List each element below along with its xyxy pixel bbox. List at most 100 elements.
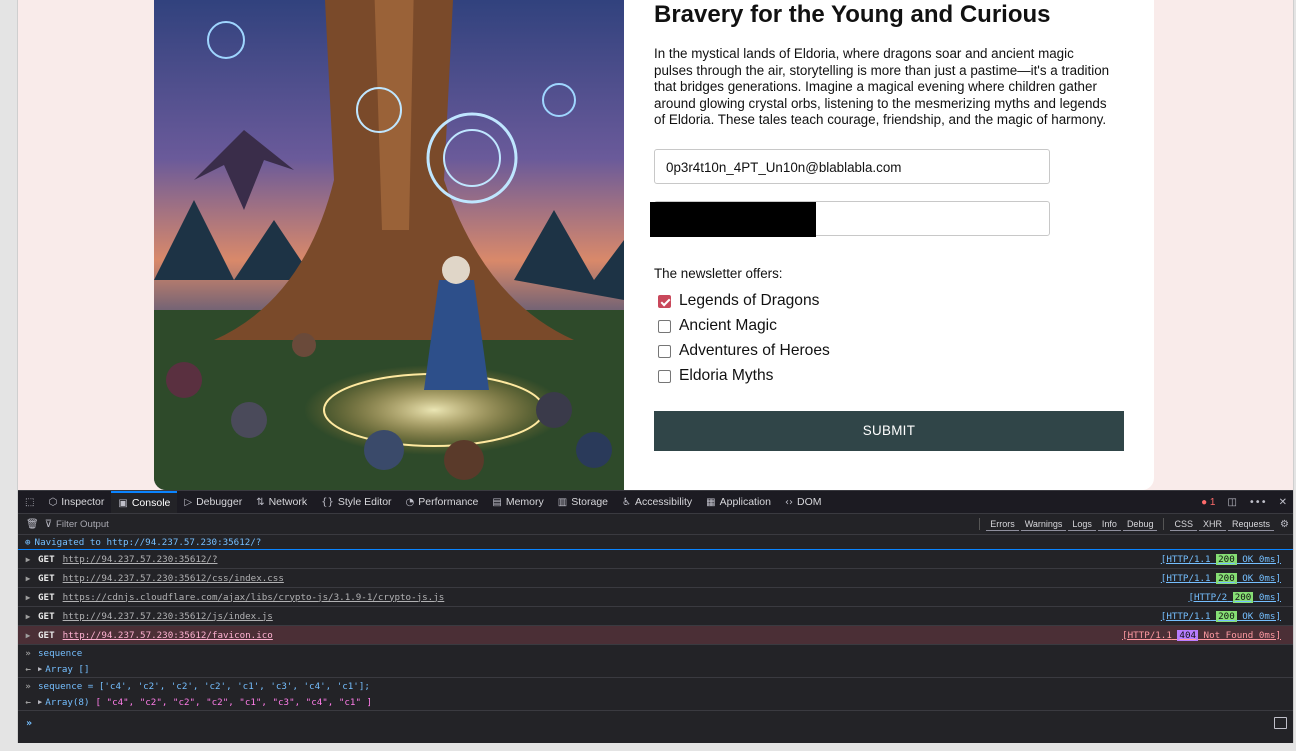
filter-logs[interactable]: Logs <box>1068 518 1096 531</box>
console-output-entry[interactable]: ← ▶ Array(8) [ "c4", "c2", "c2", "c2", "… <box>18 694 1293 711</box>
checkbox[interactable] <box>658 344 671 358</box>
option-label: Eldoria Myths <box>679 367 774 385</box>
redaction-bar <box>650 201 816 237</box>
sidebar-toggle-icon[interactable] <box>1274 717 1287 729</box>
element-picker-button[interactable]: ⬚ <box>18 491 41 513</box>
tab-inspector[interactable]: ⬡ Inspector <box>41 491 111 513</box>
request-status[interactable]: [HTTP/2 200 0ms] <box>1188 591 1281 603</box>
devtools-panel: ⬚ ⬡ Inspector ▣ Console ▷ Debugger ⇅ Network… <box>18 490 1293 743</box>
option-ancient-magic[interactable]: Ancient Magic <box>654 314 1134 339</box>
expand-arrow-icon[interactable]: ▶ <box>18 593 38 602</box>
filter-output-input[interactable]: ⊽ Filter Output <box>45 519 109 530</box>
storyteller-tree-image <box>154 0 624 490</box>
page-content: Bravery for the Young and Curious In the… <box>18 0 1293 490</box>
request-status[interactable]: [HTTP/1.1 404 Not Found 0ms] <box>1122 629 1281 641</box>
network-icon: ⇅ <box>256 496 265 508</box>
newsletter-card: Bravery for the Young and Curious In the… <box>154 0 1154 490</box>
request-status[interactable]: [HTTP/1.1 200 OK 0ms] <box>1161 610 1281 622</box>
filter-errors[interactable]: Errors <box>986 518 1019 531</box>
option-label: Adventures of Heroes <box>679 342 830 360</box>
close-icon[interactable]: ✕ <box>1279 497 1287 508</box>
network-request-row-error[interactable]: ▶ GET http://94.237.57.230:35612/favicon… <box>18 626 1293 645</box>
console-input-entry: » sequence = ['c4', 'c2', 'c2', 'c2', 'c… <box>18 678 1293 694</box>
filter-warnings[interactable]: Warnings <box>1020 518 1067 531</box>
expand-arrow-icon[interactable]: ▶ <box>38 698 42 706</box>
inspector-icon: ⬡ <box>48 496 58 508</box>
input-chevron-icon: » <box>25 647 31 659</box>
filter-info[interactable]: Info <box>1097 518 1121 531</box>
checkbox[interactable] <box>658 369 671 383</box>
submit-button[interactable]: SUBMIT <box>654 410 1124 451</box>
tab-console[interactable]: ▣ Console <box>111 491 178 513</box>
offer-options: Legends of Dragons Ancient Magic Adventu… <box>654 289 1134 389</box>
error-count-badge[interactable]: ● 1 <box>1201 497 1215 508</box>
network-request-row[interactable]: ▶ GET http://94.237.57.230:35612/js/inde… <box>18 607 1293 626</box>
filter-icon: ⊽ <box>44 518 53 530</box>
email-field[interactable]: 0p3r4t10n_4PT_Un10n@blablabla.com <box>654 148 1050 184</box>
expand-arrow-icon[interactable]: ▶ <box>18 574 38 583</box>
offers-label: The newsletter offers: <box>654 265 783 281</box>
filter-debug[interactable]: Debug <box>1122 518 1158 531</box>
tab-memory[interactable]: ▤ Memory <box>485 491 550 513</box>
application-icon: ▦ <box>706 496 716 508</box>
console-toolbar: 🗑 ⊽ Filter Output Errors Warnings Logs I… <box>18 514 1293 535</box>
performance-icon: ◔ <box>405 496 415 508</box>
filter-xhr[interactable]: XHR <box>1198 518 1226 531</box>
network-request-row[interactable]: ▶ GET http://94.237.57.230:35612/css/ind… <box>18 569 1293 588</box>
navigation-message: ⊕ Navigated to http://94.237.57.230:3561… <box>18 535 1293 550</box>
option-eldoria-myths[interactable]: Eldoria Myths <box>654 364 1134 389</box>
console-log: ⊕ Navigated to http://94.237.57.230:3561… <box>18 535 1293 711</box>
settings-gear-icon[interactable]: ⚙ <box>1280 519 1289 530</box>
dock-icon[interactable]: ◫ <box>1227 497 1236 508</box>
checkbox-checked[interactable] <box>658 294 671 308</box>
console-icon: ▣ <box>118 497 128 509</box>
console-filter-buttons: Errors Warnings Logs Info Debug CSS XHR … <box>975 514 1289 534</box>
hero-illustration <box>154 0 624 490</box>
checkbox[interactable] <box>658 319 671 333</box>
option-label: Ancient Magic <box>679 317 777 335</box>
request-status[interactable]: [HTTP/1.1 200 OK 0ms] <box>1161 572 1281 584</box>
tab-application[interactable]: ▦ Application <box>699 491 778 513</box>
trash-icon[interactable]: 🗑 <box>26 519 39 530</box>
devtools-tabbar: ⬚ ⬡ Inspector ▣ Console ▷ Debugger ⇅ Network… <box>18 490 1293 514</box>
input-chevron-icon: » <box>25 680 31 692</box>
network-request-row[interactable]: ▶ GET http://94.237.57.230:35612/? [HTTP… <box>18 550 1293 569</box>
option-legends-of-dragons[interactable]: Legends of Dragons <box>654 289 1134 314</box>
tab-style-editor[interactable]: {} Style Editor <box>314 491 398 513</box>
password-field[interactable] <box>650 200 1050 237</box>
email-value: 0p3r4t10n_4PT_Un10n@blablabla.com <box>666 159 902 175</box>
page-title: Bravery for the Young and Curious <box>654 1 1051 28</box>
expand-arrow-icon[interactable]: ▶ <box>18 612 38 621</box>
divider <box>979 518 981 530</box>
tab-dom[interactable]: ‹› DOM <box>778 491 829 513</box>
browser-viewport: Bravery for the Young and Curious In the… <box>17 0 1294 743</box>
console-output-entry[interactable]: ← ▶ Array [] <box>18 661 1293 678</box>
tab-performance[interactable]: ◔ Performance <box>399 491 486 513</box>
more-options-icon[interactable]: ••• <box>1249 497 1267 508</box>
tab-accessibility[interactable]: ♿ Accessibility <box>615 491 699 513</box>
debugger-icon: ▷ <box>184 496 193 508</box>
expand-arrow-icon[interactable]: ▶ <box>18 631 38 640</box>
tab-storage[interactable]: ▥ Storage <box>551 491 615 513</box>
expand-arrow-icon[interactable]: ▶ <box>18 555 38 564</box>
console-input-entry: » sequence <box>18 645 1293 661</box>
filter-css[interactable]: CSS <box>1170 518 1197 531</box>
devtools-toolbar-right: ● 1 ◫ ••• ✕ <box>1201 491 1287 513</box>
filter-requests[interactable]: Requests <box>1228 518 1275 531</box>
option-adventures-of-heroes[interactable]: Adventures of Heroes <box>654 339 1134 364</box>
globe-icon: ⊕ <box>25 536 31 548</box>
option-label: Legends of Dragons <box>679 292 820 310</box>
request-status[interactable]: [HTTP/1.1 200 OK 0ms] <box>1161 553 1281 565</box>
storage-icon: ▥ <box>557 496 568 508</box>
accessibility-icon: ♿ <box>622 496 631 508</box>
console-input[interactable]: » <box>18 711 1293 735</box>
prompt-chevron-icon: » <box>26 717 33 729</box>
tab-debugger[interactable]: ▷ Debugger <box>177 491 249 513</box>
picker-icon: ⬚ <box>25 496 35 508</box>
dom-icon: ‹› <box>784 496 793 508</box>
newsletter-form: Bravery for the Young and Curious In the… <box>650 0 1134 451</box>
output-arrow-icon: ← <box>25 663 31 675</box>
tab-network[interactable]: ⇅ Network <box>249 491 314 513</box>
expand-arrow-icon[interactable]: ▶ <box>38 665 42 673</box>
network-request-row[interactable]: ▶ GET https://cdnjs.cloudflare.com/ajax/… <box>18 588 1293 607</box>
